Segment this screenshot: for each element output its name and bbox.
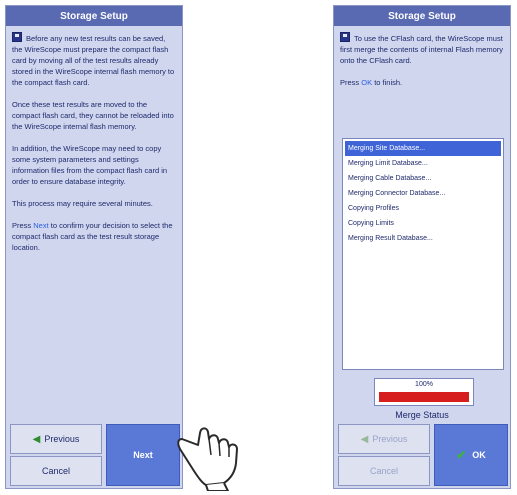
next-button[interactable]: Next [106, 424, 180, 486]
panel-title: Storage Setup [6, 6, 182, 26]
back-arrow-icon: ◀ [360, 433, 369, 445]
panel-title: Storage Setup [334, 6, 510, 26]
cancel-label: Cancel [369, 466, 398, 476]
storage-setup-merge-panel: Storage Setup To use the CFlash card, th… [333, 5, 511, 489]
list-item-merge-connector[interactable]: Merging Connector Database... [345, 186, 501, 201]
cancel-button[interactable]: Cancel [10, 456, 102, 486]
progress-percent: 100% [415, 381, 433, 388]
cancel-label: Cancel [41, 466, 70, 476]
previous-button[interactable]: ◀ Previous [338, 424, 430, 454]
previous-label: Previous [372, 434, 408, 444]
confirm-text: Press Next to confirm your decision to s… [12, 221, 173, 252]
intro-text: Before any new test results can be saved… [12, 34, 175, 87]
merge-progress-bar: 100% [374, 378, 474, 406]
list-item-merge-limit[interactable]: Merging Limit Database... [345, 156, 501, 171]
list-item-copy-profiles[interactable]: Copying Profiles [345, 201, 501, 216]
list-item-copy-limits[interactable]: Copying Limits [345, 216, 501, 231]
progress-track [379, 392, 469, 402]
back-arrow-icon: ◀ [32, 433, 41, 445]
integrity-text: In addition, the WireScope may need to c… [12, 144, 168, 186]
panel-body: To use the CFlash card, the WireScope mu… [334, 26, 510, 88]
storage-setup-confirm-panel: Storage Setup Before any new test result… [5, 5, 183, 489]
ok-label: OK [472, 450, 486, 460]
next-label: Next [133, 450, 153, 460]
previous-button[interactable]: ◀ Previous [10, 424, 102, 454]
list-item-merge-site[interactable]: Merging Site Database... [345, 141, 501, 156]
ok-button[interactable]: ✔ OK [434, 424, 508, 486]
merge-status-label: Merge Status [395, 410, 449, 420]
progress-fill [379, 392, 469, 402]
cancel-button[interactable]: Cancel [338, 456, 430, 486]
duration-text: This process may require several minutes… [12, 199, 153, 208]
next-key-highlight: Next [33, 221, 49, 230]
merge-steps-list[interactable]: Merging Site Database... Merging Limit D… [342, 138, 504, 370]
panel-body: Before any new test results can be saved… [6, 26, 182, 253]
ok-key-highlight: OK [361, 78, 373, 87]
floppy-disk-icon [12, 32, 22, 42]
pointing-hand-icon [177, 427, 238, 491]
previous-label: Previous [44, 434, 80, 444]
merge-intro-text: To use the CFlash card, the WireScope mu… [340, 34, 503, 65]
check-icon: ✔ [456, 448, 467, 462]
warning-text: Once these test results are moved to the… [12, 100, 174, 131]
finish-instruction: Press OK to finish. [340, 78, 403, 87]
floppy-disk-icon [340, 32, 350, 42]
list-item-merge-result[interactable]: Merging Result Database... [345, 231, 501, 246]
list-item-merge-cable[interactable]: Merging Cable Database... [345, 171, 501, 186]
